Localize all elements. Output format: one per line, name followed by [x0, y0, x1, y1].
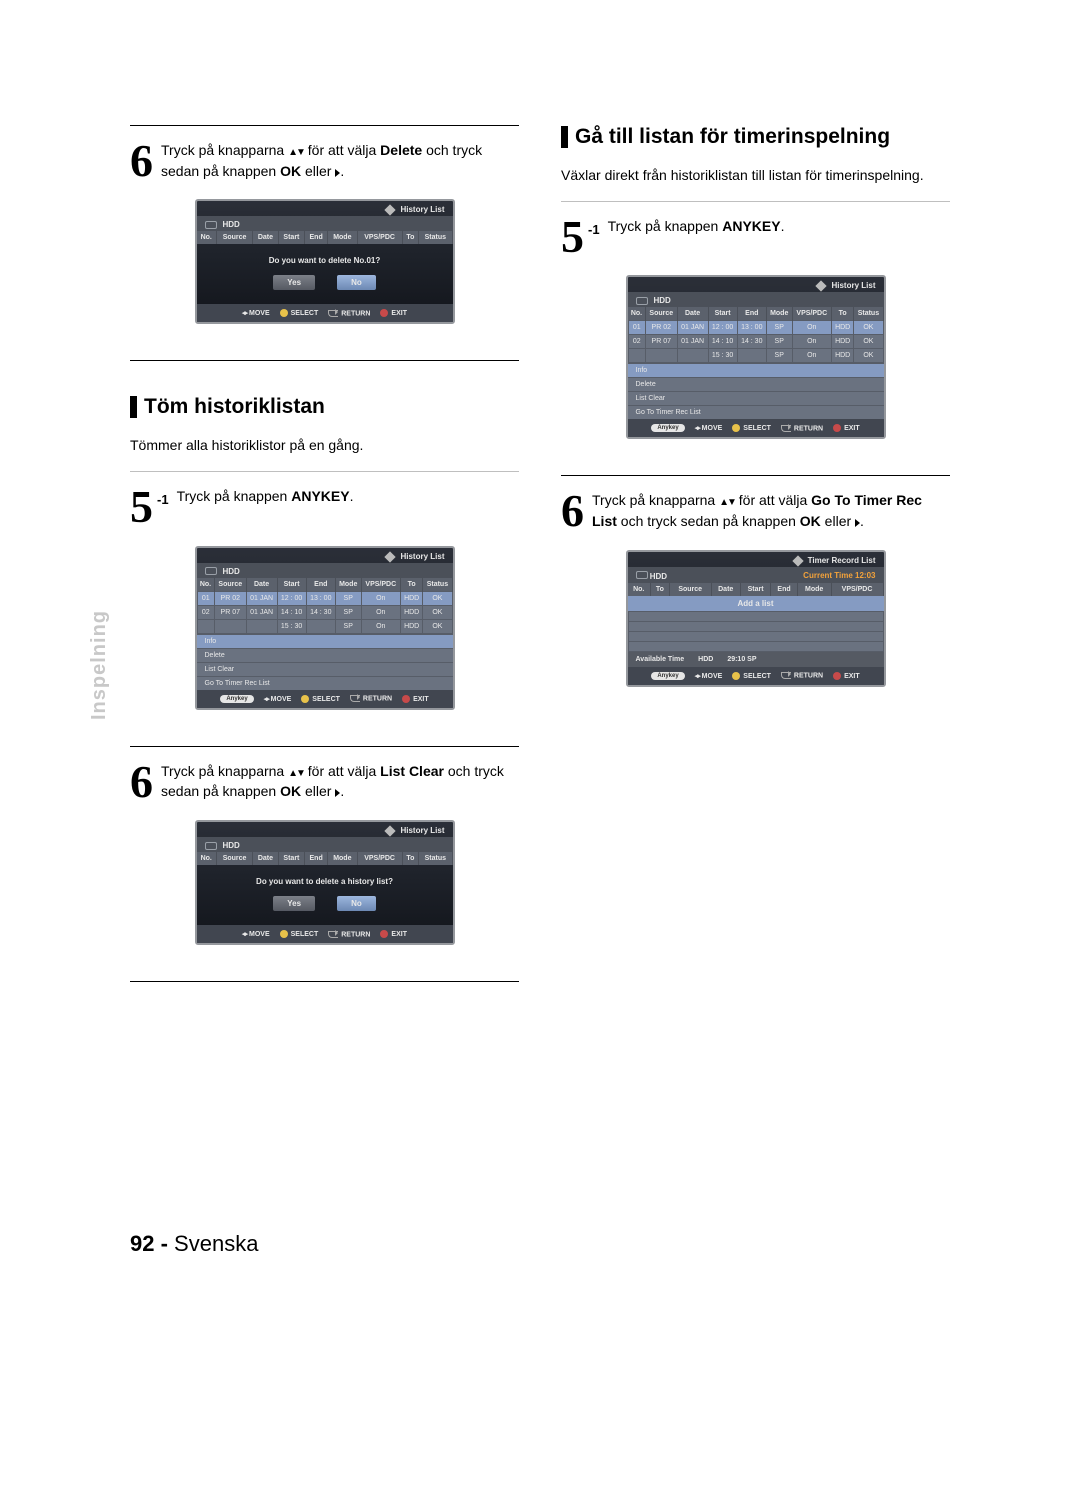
step-6b: 6 Tryck på knapparna ▲▼ för att välja Li…: [130, 761, 519, 802]
step-text: Tryck på knappen ANYKEY.: [608, 216, 785, 257]
screen-footer: Anykey ◂▸ MOVE SELECT RETURN EXIT: [197, 690, 453, 708]
left-column: 6 Tryck på knapparna ▲▼ för att välja De…: [130, 125, 519, 996]
anykey-pill: Anykey: [651, 424, 684, 432]
divider: [130, 360, 519, 361]
right-arrow-icon: [855, 519, 860, 527]
divider: [561, 201, 950, 202]
step-5-1a: 5 -1 Tryck på knappen ANYKEY.: [130, 486, 519, 527]
divider: [561, 475, 950, 476]
context-menu: Info Delete List Clear Go To Timer Rec L…: [197, 634, 453, 690]
yes-button[interactable]: Yes: [273, 275, 315, 290]
anykey-pill: Anykey: [651, 672, 684, 680]
right-arrow-icon: [335, 789, 340, 797]
no-button[interactable]: No: [337, 275, 376, 290]
menu-delete[interactable]: Delete: [628, 377, 884, 391]
diamond-icon: [816, 281, 827, 292]
menu-info[interactable]: Info: [197, 634, 453, 648]
screen-footer: Anykey ◂▸ MOVE SELECT RETURN EXIT: [628, 419, 884, 437]
step-text: Tryck på knapparna ▲▼ för att välja List…: [161, 761, 519, 802]
menu-delete[interactable]: Delete: [197, 648, 453, 662]
yes-button[interactable]: Yes: [273, 896, 315, 911]
right-arrow-icon: [335, 169, 340, 177]
updown-icon: ▲▼: [288, 768, 304, 779]
screen-footer: ◂▸ MOVE SELECT RETURN EXIT: [197, 925, 453, 943]
divider: [130, 125, 519, 126]
step-number: 5: [130, 486, 153, 527]
cylinder-icon: [636, 297, 648, 305]
cylinder-icon: [636, 571, 648, 579]
page-number: 92 - Svenska: [130, 1231, 258, 1257]
section-heading-timer: Gå till listan för timerinspelning: [561, 125, 950, 149]
divider: [130, 746, 519, 747]
cylinder-icon: [205, 842, 217, 850]
available-time-bar: Available Time HDD 29:10 SP: [628, 652, 884, 667]
step-number: 6: [130, 140, 153, 181]
side-tab: Inspelning: [88, 610, 111, 720]
anykey-pill: Anykey: [220, 695, 253, 703]
divider: [130, 981, 519, 982]
menu-list-clear[interactable]: List Clear: [628, 391, 884, 405]
figure-timer-record-list: Timer Record List HDD Current Time 12:03…: [626, 550, 886, 687]
diamond-icon: [385, 551, 396, 562]
updown-icon: ▲▼: [288, 147, 304, 158]
step-number: 5: [561, 216, 584, 257]
step-text: Tryck på knappen ANYKEY.: [177, 486, 354, 527]
step-6a: 6 Tryck på knapparna ▲▼ för att välja De…: [130, 140, 519, 181]
history-table-header: No.SourceDateStartEndModeVPS/PDCToStatus: [197, 852, 453, 865]
updown-icon: ▲▼: [719, 497, 735, 508]
step-sup: -1: [157, 492, 169, 507]
figure-delete-no01: History List HDD No.SourceDateStartEndMo…: [195, 199, 455, 324]
figure-delete-history-list: History List HDD No.SourceDateStartEndMo…: [195, 820, 455, 945]
diamond-icon: [385, 826, 396, 837]
section-subtitle: Växlar direkt från historiklistan till l…: [561, 167, 950, 183]
section-subtitle: Tömmer alla historiklistor på en gång.: [130, 437, 519, 453]
screen-footer: Anykey ◂▸ MOVE SELECT RETURN EXIT: [628, 667, 884, 685]
diamond-icon: [792, 555, 803, 566]
step-text: Tryck på knapparna ▲▼ för att välja Dele…: [161, 140, 519, 181]
screen-footer: ◂▸ MOVE SELECT RETURN EXIT: [197, 304, 453, 322]
history-table: No.SourceDateStartEndModeVPS/PDCToStatus…: [197, 578, 453, 634]
section-heading-tom: Töm historiklistan: [130, 395, 519, 419]
menu-list-clear[interactable]: List Clear: [197, 662, 453, 676]
menu-goto-timer[interactable]: Go To Timer Rec List: [197, 676, 453, 690]
figure-history-menu-left: History List HDD No.SourceDateStartEndMo…: [195, 546, 455, 710]
add-a-list-row[interactable]: Add a list: [628, 596, 884, 611]
page-columns: 6 Tryck på knapparna ▲▼ för att välja De…: [0, 0, 1080, 996]
menu-goto-timer[interactable]: Go To Timer Rec List: [628, 405, 884, 419]
divider: [130, 471, 519, 472]
cylinder-icon: [205, 221, 217, 229]
timer-table: No.ToSourceDateStartEndModeVPS/PDC: [628, 583, 884, 596]
step-text: Tryck på knapparna ▲▼ för att välja Go T…: [592, 490, 950, 531]
step-number: 6: [130, 761, 153, 802]
context-menu: Info Delete List Clear Go To Timer Rec L…: [628, 363, 884, 419]
figure-history-menu-right: History List HDD No.SourceDateStartEndMo…: [626, 275, 886, 439]
step-number: 6: [561, 490, 584, 531]
current-time-label: Current Time 12:03: [803, 571, 875, 580]
menu-info[interactable]: Info: [628, 363, 884, 377]
cylinder-icon: [205, 567, 217, 575]
prompt-text: Do you want to delete a history list?: [197, 865, 453, 896]
diamond-icon: [385, 205, 396, 216]
step-5-1b: 5 -1 Tryck på knappen ANYKEY.: [561, 216, 950, 257]
history-table-header: No.SourceDateStartEndModeVPS/PDCToStatus: [197, 231, 453, 244]
step-6c: 6 Tryck på knapparna ▲▼ för att välja Go…: [561, 490, 950, 531]
prompt-text: Do you want to delete No.01?: [197, 244, 453, 275]
right-column: Gå till listan för timerinspelning Växla…: [561, 125, 950, 996]
history-table: No.SourceDateStartEndModeVPS/PDCToStatus…: [628, 307, 884, 363]
no-button[interactable]: No: [337, 896, 376, 911]
step-sup: -1: [588, 222, 600, 237]
